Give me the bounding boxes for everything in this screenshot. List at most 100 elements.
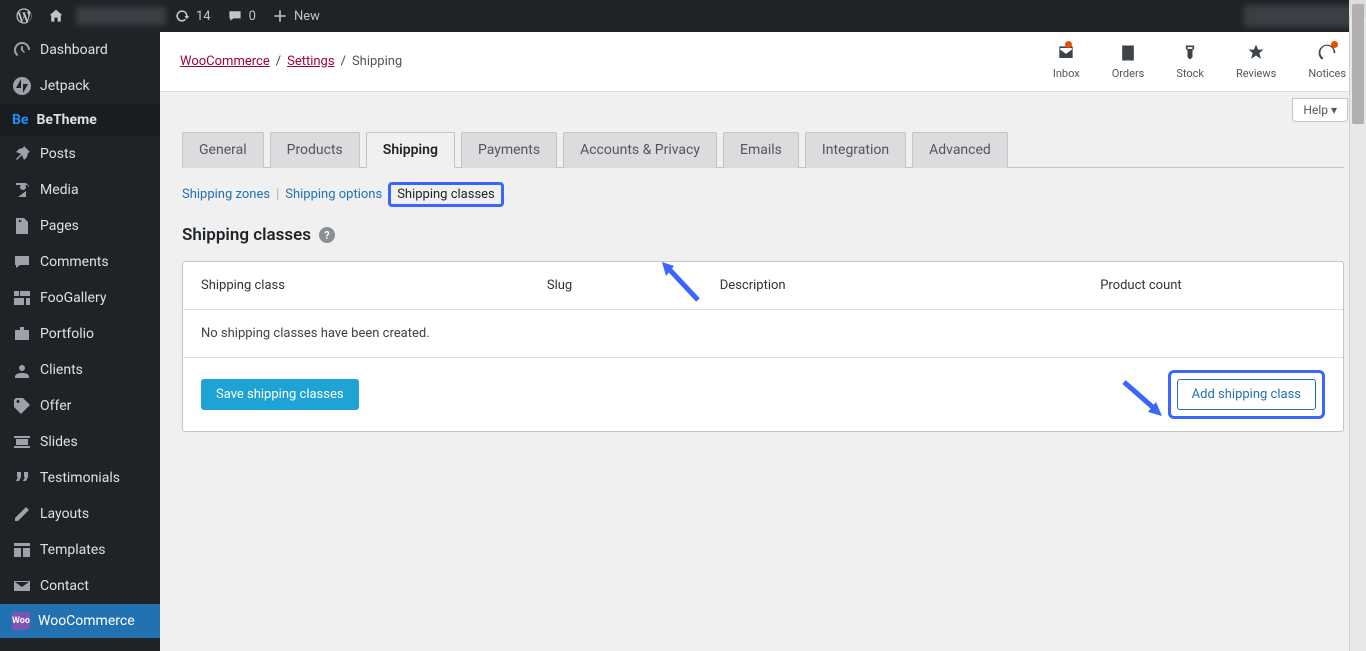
sidebar-item-media[interactable]: Media bbox=[0, 172, 160, 208]
sidebar-item-dashboard[interactable]: Dashboard bbox=[0, 32, 160, 68]
tab-payments[interactable]: Payments bbox=[461, 132, 557, 168]
col-shipping-class: Shipping class bbox=[201, 278, 547, 293]
new-label: New bbox=[294, 9, 320, 24]
contact-icon bbox=[12, 576, 32, 596]
tab-integration[interactable]: Integration bbox=[805, 132, 906, 168]
subtab-zones[interactable]: Shipping zones bbox=[182, 187, 270, 202]
sidebar-label: Jetpack bbox=[40, 78, 90, 94]
shipping-classes-table: Shipping class Slug Description Product … bbox=[182, 261, 1344, 432]
sidebar-item-slides[interactable]: Slides bbox=[0, 424, 160, 460]
updates-count: 14 bbox=[196, 9, 211, 24]
tab-emails[interactable]: Emails bbox=[723, 132, 799, 168]
sidebar-label: Slides bbox=[40, 434, 78, 450]
sidebar-item-comments[interactable]: Comments bbox=[0, 244, 160, 280]
pin-icon bbox=[12, 144, 32, 164]
add-button-highlight: Add shipping class bbox=[1168, 370, 1325, 419]
sidebar-item-layouts[interactable]: Layouts bbox=[0, 496, 160, 532]
sidebar-item-posts[interactable]: Posts bbox=[0, 136, 160, 172]
tab-advanced[interactable]: Advanced bbox=[912, 132, 1008, 168]
sidebar-item-testimonials[interactable]: Testimonials bbox=[0, 460, 160, 496]
updates-indicator[interactable]: 14 bbox=[166, 0, 219, 32]
sidebar-label: WooCommerce bbox=[38, 613, 135, 629]
admin-bar: 14 0 New bbox=[0, 0, 1366, 32]
breadcrumb-woocommerce[interactable]: WooCommerce bbox=[180, 54, 270, 69]
sidebar-item-foogallery[interactable]: FooGallery bbox=[0, 280, 160, 316]
sidebar-label: BeTheme bbox=[37, 112, 97, 128]
sidebar-label: Dashboard bbox=[40, 42, 108, 58]
help-button[interactable]: Help ▾ bbox=[1292, 98, 1348, 122]
sidebar-label: Testimonials bbox=[40, 470, 120, 486]
betheme-icon: Be bbox=[12, 112, 29, 128]
section-title: Shipping classes ? bbox=[182, 225, 1344, 245]
shipping-subtabs: Shipping zones | Shipping options Shippi… bbox=[182, 182, 1344, 207]
comments-count: 0 bbox=[249, 9, 256, 24]
notices-label: Notices bbox=[1308, 67, 1346, 80]
page-icon bbox=[12, 216, 32, 236]
comments-indicator[interactable]: 0 bbox=[219, 0, 264, 32]
orders-button[interactable]: Orders bbox=[1112, 43, 1145, 80]
sidebar-label: Media bbox=[40, 182, 79, 198]
stock-label: Stock bbox=[1176, 67, 1204, 80]
reviews-button[interactable]: Reviews bbox=[1236, 43, 1276, 80]
col-product-count: Product count bbox=[1100, 278, 1325, 293]
offer-icon bbox=[12, 396, 32, 416]
sidebar-item-betheme[interactable]: Be BeTheme bbox=[0, 104, 160, 136]
media-icon bbox=[12, 180, 32, 200]
admin-sidebar: Dashboard Jetpack BeBeTheme Posts Media … bbox=[0, 32, 160, 651]
reviews-label: Reviews bbox=[1236, 67, 1276, 80]
inbox-button[interactable]: Inbox bbox=[1053, 43, 1080, 80]
sidebar-label: Comments bbox=[40, 254, 109, 270]
help-icon[interactable]: ? bbox=[319, 227, 335, 243]
save-shipping-classes-button[interactable]: Save shipping classes bbox=[201, 379, 359, 410]
site-name-blur bbox=[76, 7, 166, 25]
tab-products[interactable]: Products bbox=[270, 132, 360, 168]
home-icon[interactable] bbox=[40, 0, 72, 32]
sidebar-item-offer[interactable]: Offer bbox=[0, 388, 160, 424]
sidebar-label: Pages bbox=[40, 218, 79, 234]
new-content[interactable]: New bbox=[264, 0, 328, 32]
sidebar-label: Posts bbox=[40, 146, 76, 162]
sidebar-label: Templates bbox=[40, 542, 106, 558]
subtab-classes[interactable]: Shipping classes bbox=[388, 182, 504, 207]
clients-icon bbox=[12, 360, 32, 380]
content-area: WooCommerce / Settings / Shipping Inbox … bbox=[160, 32, 1366, 651]
stock-button[interactable]: Stock bbox=[1176, 43, 1204, 80]
woocommerce-icon: Woo bbox=[12, 612, 30, 630]
quote-icon bbox=[12, 468, 32, 488]
wp-logo[interactable] bbox=[8, 0, 40, 32]
sidebar-item-clients[interactable]: Clients bbox=[0, 352, 160, 388]
user-blur bbox=[1244, 5, 1354, 27]
breadcrumb: WooCommerce / Settings / Shipping bbox=[180, 54, 402, 69]
tab-accounts-privacy[interactable]: Accounts & Privacy bbox=[563, 132, 717, 168]
sidebar-item-contact[interactable]: Contact bbox=[0, 568, 160, 604]
scrollbar[interactable] bbox=[1349, 0, 1366, 651]
sidebar-label: Clients bbox=[40, 362, 83, 378]
subtab-options[interactable]: Shipping options bbox=[285, 187, 382, 202]
notices-button[interactable]: Notices bbox=[1308, 43, 1346, 80]
comment-icon bbox=[12, 252, 32, 272]
breadcrumb-settings[interactable]: Settings bbox=[287, 54, 334, 69]
inbox-label: Inbox bbox=[1053, 67, 1080, 80]
sidebar-label: FooGallery bbox=[40, 290, 106, 306]
scrollbar-thumb[interactable] bbox=[1352, 4, 1364, 124]
sidebar-item-woocommerce[interactable]: Woo WooCommerce bbox=[0, 604, 160, 638]
gallery-icon bbox=[12, 288, 32, 308]
sidebar-item-jetpack[interactable]: Jetpack bbox=[0, 68, 160, 104]
top-icons: Inbox Orders Stock Reviews Notices bbox=[1053, 43, 1346, 80]
tab-shipping[interactable]: Shipping bbox=[366, 132, 455, 168]
table-header-row: Shipping class Slug Description Product … bbox=[183, 262, 1343, 310]
sidebar-item-templates[interactable]: Templates bbox=[0, 532, 160, 568]
sidebar-item-portfolio[interactable]: Portfolio bbox=[0, 316, 160, 352]
settings-tabs: General Products Shipping Payments Accou… bbox=[182, 132, 1344, 168]
dashboard-icon bbox=[12, 40, 32, 60]
tab-general[interactable]: General bbox=[182, 132, 264, 168]
col-slug: Slug bbox=[547, 278, 720, 293]
section-title-text: Shipping classes bbox=[182, 225, 311, 245]
add-shipping-class-button[interactable]: Add shipping class bbox=[1177, 379, 1316, 410]
layouts-icon bbox=[12, 504, 32, 524]
sidebar-label: Layouts bbox=[40, 506, 89, 522]
table-footer: Save shipping classes Add shipping class bbox=[183, 358, 1343, 431]
sidebar-item-pages[interactable]: Pages bbox=[0, 208, 160, 244]
slides-icon bbox=[12, 432, 32, 452]
breadcrumb-current: Shipping bbox=[352, 54, 402, 69]
